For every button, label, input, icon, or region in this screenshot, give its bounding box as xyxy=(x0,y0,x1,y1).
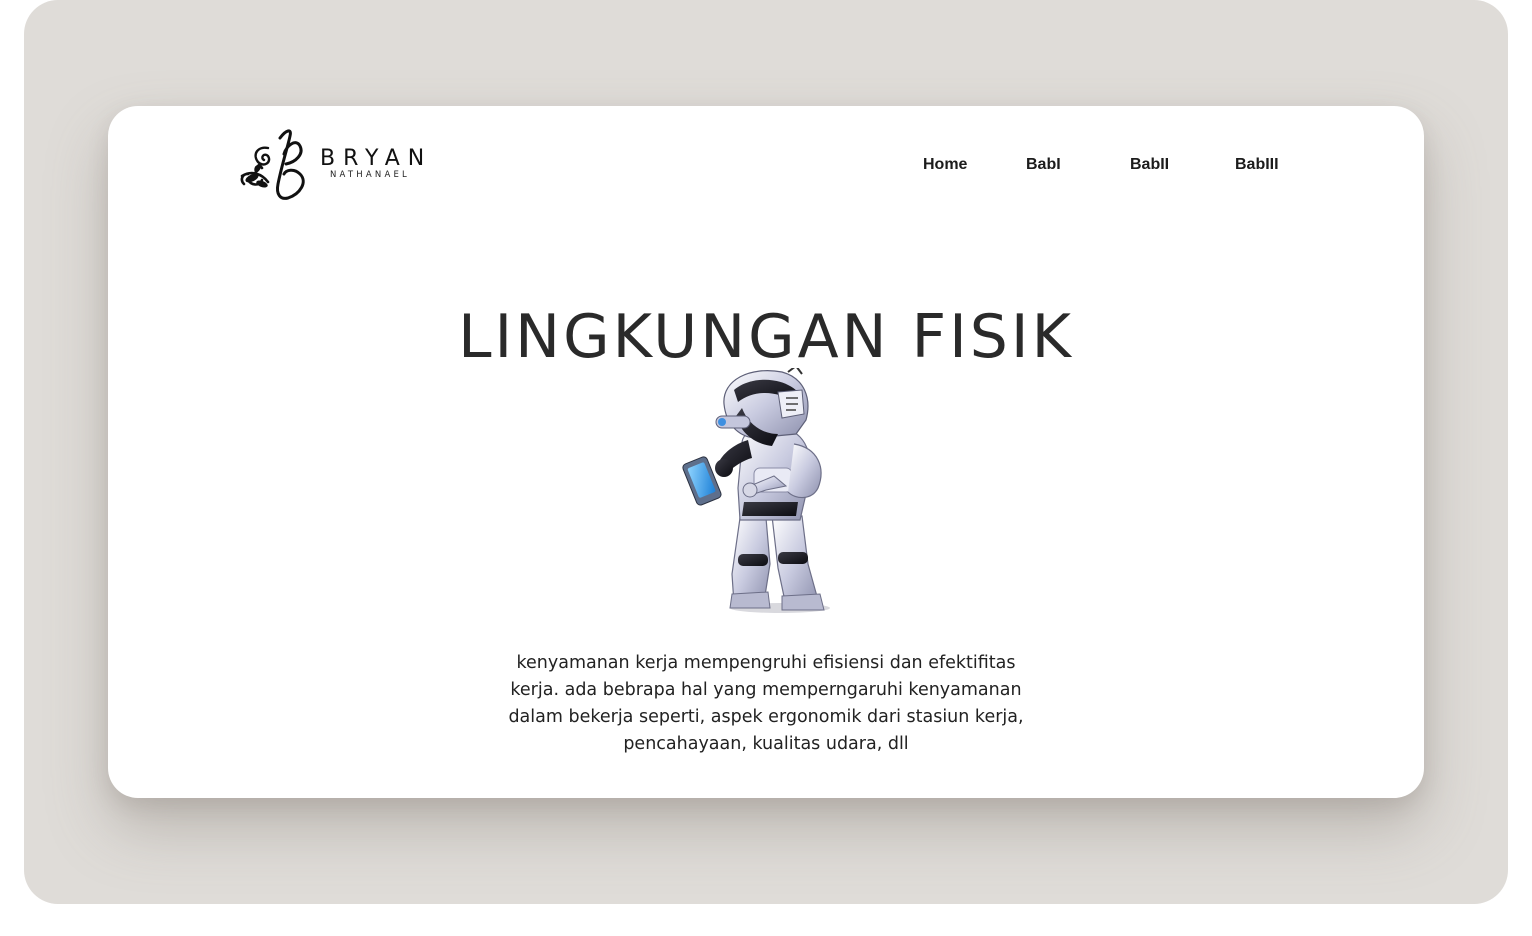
robot-image xyxy=(682,368,830,613)
description-text: kenyamanan kerja mempengruhi efisiensi d… xyxy=(508,652,1024,754)
content-card: BRYAN NATHANAEL Home BabI BabII BabIII L… xyxy=(108,106,1424,798)
nav-item-bab3[interactable]: BabIII xyxy=(1235,156,1279,174)
nav-item-bab1[interactable]: BabI xyxy=(1026,156,1061,174)
nav-item-bab2[interactable]: BabII xyxy=(1130,156,1169,174)
nav-item-home[interactable]: Home xyxy=(923,156,967,174)
main-nav: Home BabI BabII BabIII xyxy=(108,156,1424,176)
page-title: LINGKUNGAN FISIK xyxy=(458,302,1074,373)
